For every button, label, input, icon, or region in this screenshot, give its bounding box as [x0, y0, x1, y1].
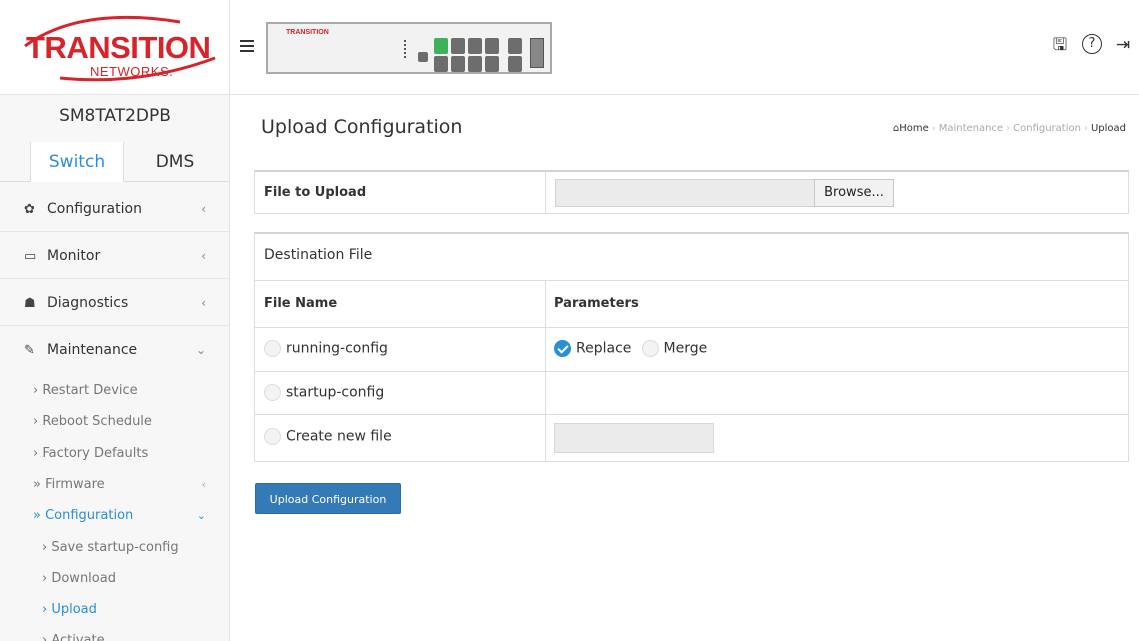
table-row: running-config Replace Merge	[255, 327, 1128, 371]
sidebar-item-diagnostics[interactable]: ☗ Diagnostics ‹	[0, 280, 229, 326]
port-9-icon[interactable]	[508, 38, 522, 54]
gear-icon: ✿	[24, 202, 35, 217]
tab-dms[interactable]: DMS	[130, 142, 220, 182]
device-name: SM8TAT2DPB	[59, 106, 171, 126]
sidebar-item-label: Maintenance	[47, 342, 138, 358]
sidebar-subitem-label: Download	[51, 571, 116, 586]
wrench-icon: ✎	[24, 343, 35, 358]
sidebar-subitem-firmware[interactable]: » Firmware ‹	[0, 469, 229, 500]
table-row: startup-config	[255, 371, 1128, 414]
merge-radio[interactable]	[641, 340, 659, 357]
sidebar-item-label: Monitor	[47, 248, 101, 264]
sidebar-subitem-factory-defaults[interactable]: › Factory Defaults	[0, 438, 229, 469]
help-icon[interactable]: ?	[1082, 34, 1102, 54]
sidebar-subitem-save-startup-config[interactable]: › Save startup-config	[0, 532, 229, 563]
port-4-icon[interactable]	[451, 56, 465, 72]
upload-configuration-button[interactable]: Upload Configuration	[255, 483, 401, 514]
running-config-label: running-config	[286, 340, 388, 357]
startup-config-radio[interactable]	[264, 384, 281, 401]
led-indicators	[404, 40, 406, 58]
sidebar-item-monitor[interactable]: ▭ Monitor ‹	[0, 233, 229, 279]
startup-config-option[interactable]: startup-config	[264, 384, 384, 401]
tab-switch[interactable]: Switch	[30, 142, 124, 182]
create-new-file-label: Create new file	[286, 428, 392, 445]
replace-radio[interactable]	[554, 340, 571, 357]
monitor-icon: ▭	[24, 249, 37, 264]
breadcrumb-maintenance[interactable]: Maintenance	[939, 123, 1003, 134]
sidebar-subitem-reboot-schedule[interactable]: › Reboot Schedule	[0, 406, 229, 437]
page-title: Upload Configuration	[261, 116, 463, 138]
hamburger-menu-icon[interactable]	[240, 40, 254, 54]
breadcrumb-configuration[interactable]: Configuration	[1013, 123, 1081, 134]
sidebar-subitem-configuration[interactable]: » Configuration ⌄	[0, 500, 229, 531]
device-front-panel[interactable]: TRANSITION	[266, 22, 552, 74]
chevron-left-icon: ‹	[201, 202, 206, 216]
sitemap-icon: ☗	[24, 296, 36, 311]
logo-main-text: TRANSITION	[26, 30, 211, 65]
top-bar: TRANSITION 🖫 ? ⇥	[230, 0, 1139, 95]
chevron-left-icon: ‹	[201, 296, 206, 310]
breadcrumb-upload: Upload	[1090, 123, 1126, 134]
destination-file-title: Destination File	[264, 247, 373, 263]
column-header-parameters: Parameters	[554, 296, 639, 311]
logo[interactable]: TRANSITION NETWORKS.	[0, 0, 229, 95]
sidebar-item-maintenance[interactable]: ✎ Maintenance ⌄	[0, 327, 229, 373]
console-port-icon	[418, 52, 428, 62]
sidebar-subitem-label: Firmware	[45, 477, 105, 492]
sidebar-subitem-label: Factory Defaults	[42, 446, 149, 461]
table-row: Create new file	[255, 414, 1128, 462]
startup-config-label: startup-config	[286, 384, 385, 401]
breadcrumb-home[interactable]: Home	[899, 123, 929, 134]
chevron-down-icon: ⌄	[195, 343, 206, 357]
running-config-option[interactable]: running-config	[264, 340, 388, 357]
port-10-icon[interactable]	[508, 56, 522, 72]
sidebar-subitem-label: Restart Device	[42, 383, 138, 398]
chevron-left-icon: ‹	[201, 249, 206, 263]
create-new-file-option[interactable]: Create new file	[264, 428, 392, 445]
port-6-icon[interactable]	[468, 56, 482, 72]
panel-brand-text: TRANSITION	[286, 29, 329, 36]
sidebar-item-configuration[interactable]: ✿ Configuration ‹	[0, 186, 229, 232]
sidebar-tabs: Switch DMS	[0, 142, 229, 182]
replace-label: Replace	[576, 340, 632, 357]
sidebar-subitem-download[interactable]: › Download	[0, 563, 229, 594]
sidebar-subitem-activate[interactable]: › Activate	[0, 625, 229, 641]
browse-button[interactable]: Browse...	[814, 179, 894, 207]
new-file-name-input[interactable]	[554, 423, 714, 453]
port-7-icon[interactable]	[485, 38, 499, 54]
sidebar-subitem-upload[interactable]: › Upload	[0, 594, 229, 625]
running-config-radio[interactable]	[264, 340, 281, 357]
breadcrumb: ⌂Home › Maintenance › Configuration › Upload	[892, 123, 1126, 134]
file-to-upload-label: File to Upload	[264, 185, 367, 200]
logo-sub-text: NETWORKS.	[90, 64, 174, 79]
sidebar-subitem-label: Reboot Schedule	[42, 414, 152, 429]
sidebar: TRANSITION NETWORKS. SM8TAT2DPB Switch D…	[0, 0, 230, 641]
destination-file-panel: Destination File File Name Parameters ru…	[254, 232, 1129, 462]
sidebar-subitem-label: Activate	[51, 633, 105, 641]
sidebar-subitem-restart-device[interactable]: › Restart Device	[0, 375, 229, 406]
column-header-file-name: File Name	[264, 296, 338, 311]
sidebar-subitem-label: Save startup-config	[51, 540, 179, 555]
port-1-icon[interactable]	[434, 38, 448, 54]
sfp-port-icon[interactable]	[530, 38, 544, 68]
sidebar-subitem-label: Upload	[51, 602, 97, 617]
port-5-icon[interactable]	[468, 38, 482, 54]
port-2-icon[interactable]	[434, 56, 448, 72]
sidebar-subitem-label: Configuration	[45, 508, 134, 523]
file-upload-panel: File to Upload Browse...	[254, 170, 1129, 214]
sidebar-item-label: Diagnostics	[47, 295, 129, 311]
save-icon[interactable]: 🖫	[1049, 34, 1071, 56]
merge-label: Merge	[663, 340, 708, 357]
chevron-left-icon: ‹	[201, 478, 206, 491]
table-header-row: File Name Parameters	[255, 280, 1128, 327]
logout-icon[interactable]: ⇥	[1112, 34, 1134, 56]
parameters-group: Replace Merge	[554, 340, 707, 357]
chevron-down-icon: ⌄	[196, 509, 206, 522]
sidebar-item-label: Configuration	[47, 201, 142, 217]
create-new-file-radio[interactable]	[264, 428, 281, 445]
port-3-icon[interactable]	[451, 38, 465, 54]
port-8-icon[interactable]	[485, 56, 499, 72]
